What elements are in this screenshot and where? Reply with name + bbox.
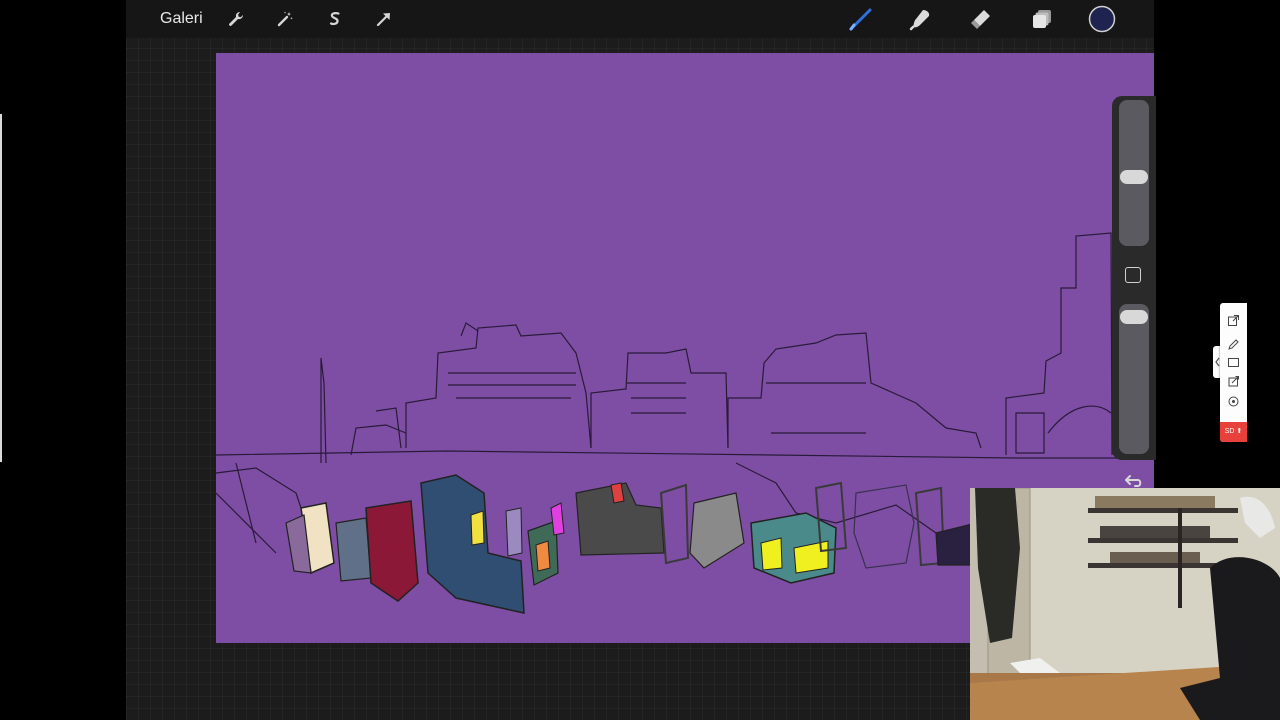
eraser-icon[interactable] xyxy=(967,5,995,33)
brush-size-thumb[interactable] xyxy=(1120,170,1148,184)
gallery-button[interactable]: Galeri xyxy=(160,9,203,29)
floating-tool-menu: SD ⬆ xyxy=(1220,303,1247,442)
opacity-slider[interactable] xyxy=(1119,304,1149,454)
selection-icon[interactable] xyxy=(321,5,349,33)
left-edge-line xyxy=(0,114,2,462)
sd-badge-label: SD xyxy=(1224,428,1235,435)
crop-icon[interactable] xyxy=(1227,375,1240,388)
sd-badge[interactable]: SD ⬆ xyxy=(1220,422,1247,442)
transform-arrow-icon[interactable] xyxy=(370,5,398,33)
layers-icon[interactable] xyxy=(1028,5,1056,33)
color-swatch-icon[interactable] xyxy=(1088,5,1116,33)
rectangle-icon[interactable] xyxy=(1227,356,1240,369)
side-slider-bar xyxy=(1112,96,1156,460)
webcam-scene xyxy=(970,488,1280,720)
opacity-thumb[interactable] xyxy=(1120,310,1148,324)
modify-button[interactable] xyxy=(1125,267,1141,283)
webcam-overlay xyxy=(970,488,1280,720)
external-link-icon[interactable] xyxy=(1227,314,1240,327)
wrench-icon[interactable] xyxy=(222,5,250,33)
pencil-icon[interactable] xyxy=(1227,338,1240,351)
brush-icon[interactable] xyxy=(847,5,875,33)
top-toolbar: Galeri xyxy=(126,0,1154,38)
brush-size-slider[interactable] xyxy=(1119,100,1149,246)
target-icon[interactable] xyxy=(1227,395,1240,408)
smudge-icon[interactable] xyxy=(907,5,935,33)
magic-wand-icon[interactable] xyxy=(271,5,299,33)
